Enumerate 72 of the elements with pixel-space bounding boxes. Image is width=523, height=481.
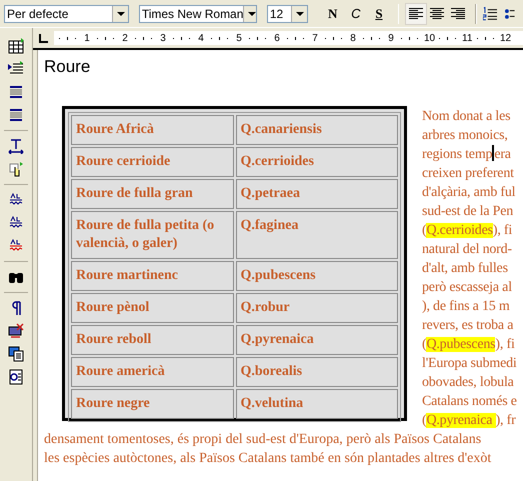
- table-cell: Roure negre: [71, 389, 234, 419]
- text-line: densament tomentoses, és propi del sud-est d'Europa, però als Països Catalans: [44, 431, 482, 449]
- table-cell: Q.petraea: [236, 179, 398, 209]
- font-dropdown[interactable]: Times New Roman: [138, 4, 257, 22]
- text-line: arbres monoics,: [422, 127, 509, 145]
- page-icon[interactable]: [8, 346, 24, 362]
- ruler-number: 4: [197, 32, 205, 44]
- align-left-icon: [409, 8, 424, 20]
- table-cell: Q.faginea: [236, 211, 398, 259]
- table-cell: Q.canariensis: [236, 115, 398, 145]
- document-title: Roure: [44, 57, 92, 77]
- numbered-list-icon[interactable]: [482, 6, 498, 20]
- text-line: sud-est de la Pen: [422, 203, 514, 221]
- table-cell: Roure de fulla petita (o valencià, o galer): [71, 211, 234, 259]
- text-line: d'alt, amb fulles: [422, 260, 509, 278]
- size-dropdown[interactable]: 12: [266, 4, 308, 22]
- bullet-list-icon[interactable]: [505, 6, 515, 20]
- ruler-number: 6: [273, 32, 281, 44]
- table-cell: Q.pubescens: [236, 261, 398, 291]
- table-cell: Q.velutina: [236, 389, 398, 419]
- text-line: d'alçària, amb ful: [422, 184, 516, 202]
- tab-stop-icon[interactable]: [39, 34, 48, 42]
- text-line: Nom donat a les: [422, 108, 512, 126]
- text-line: les espècies autòctones, als Països Catalans també en són plantades altres d'exòt: [44, 450, 492, 468]
- table-cell: Roure americà: [71, 357, 234, 387]
- table-cell: Roure martinenc: [71, 261, 234, 291]
- align-right-icon: [451, 8, 466, 20]
- ruler-number: 3: [159, 32, 167, 44]
- text-line: revers, es troba a: [422, 317, 514, 335]
- size-value: 12: [268, 6, 284, 20]
- table-cell: Roure reboll: [71, 325, 234, 355]
- text-line: l'Europa submedi: [422, 355, 517, 373]
- text-line: però escasseja al: [422, 279, 513, 297]
- table-cell: Q.robur: [236, 293, 398, 323]
- ruler-number: 10: [424, 32, 434, 44]
- ruler-number: 7: [311, 32, 319, 44]
- text-line: (Q.pubescens), fi: [422, 336, 516, 354]
- ruler-number: 2: [121, 32, 129, 44]
- table-cell: Roure Africà: [71, 115, 234, 145]
- text-line: (Q.pyrenaica ), fr: [422, 412, 517, 430]
- table-cell: Roure pènol: [71, 293, 234, 323]
- align-center-icon: [430, 8, 444, 20]
- lines-icon[interactable]: [8, 107, 24, 123]
- text-line: creixen preferent: [422, 165, 515, 183]
- lines-icon[interactable]: [8, 84, 24, 100]
- underline-button[interactable]: S: [368, 2, 390, 24]
- text-resize-icon[interactable]: [8, 138, 24, 154]
- ruler-number: 5: [235, 32, 243, 44]
- align-left-button[interactable]: [405, 2, 427, 24]
- ruler-number: 9: [387, 32, 395, 44]
- table-cell: Q.pyrenaica: [236, 325, 398, 355]
- text-line: ), de fins a 15 m: [422, 298, 511, 316]
- table-icon[interactable]: [8, 38, 24, 54]
- table-cell: Q.cerrioides: [236, 147, 398, 177]
- ruler-number: 1: [83, 32, 91, 44]
- text-line: obovades, lobula: [422, 374, 515, 392]
- ruler-number: 11: [462, 32, 472, 44]
- style-dropdown[interactable]: Per defecte: [4, 4, 129, 22]
- italic-button[interactable]: C: [345, 2, 366, 24]
- table-cell: Q.borealis: [236, 357, 398, 387]
- text-line: natural del nord-: [422, 241, 513, 259]
- monitor-icon[interactable]: [8, 323, 24, 339]
- text-line: Catalans només e: [422, 393, 517, 411]
- text-line: (Q.cerrioides), fi: [422, 222, 514, 240]
- font-value: Times New Roman: [140, 6, 244, 20]
- text-line: regions temp era: [422, 145, 512, 164]
- ruler-number: 8: [349, 32, 357, 44]
- ruler-number: 12: [500, 32, 510, 44]
- table-cell: Roure cerrioide: [71, 147, 234, 177]
- table-cell: Roure de fulla gran: [71, 179, 234, 209]
- style-value: Per defecte: [6, 6, 70, 20]
- bold-button[interactable]: N: [322, 2, 344, 24]
